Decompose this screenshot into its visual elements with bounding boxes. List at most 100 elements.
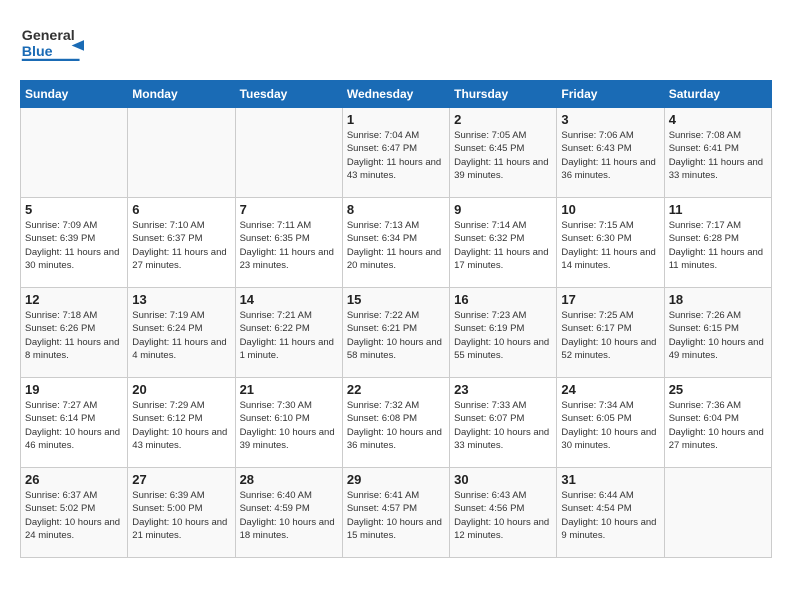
day-info: Sunrise: 7:22 AM Sunset: 6:21 PM Dayligh… <box>347 309 445 362</box>
day-number: 24 <box>561 382 659 397</box>
day-number: 8 <box>347 202 445 217</box>
calendar-cell: 8 Sunrise: 7:13 AM Sunset: 6:34 PM Daylig… <box>342 198 449 288</box>
day-number: 22 <box>347 382 445 397</box>
calendar-cell: 24 Sunrise: 7:34 AM Sunset: 6:05 PM Dayli… <box>557 378 664 468</box>
day-number: 6 <box>132 202 230 217</box>
day-info: Sunrise: 6:39 AM Sunset: 5:00 PM Dayligh… <box>132 489 230 542</box>
day-number: 7 <box>240 202 338 217</box>
day-number: 26 <box>25 472 123 487</box>
day-number: 20 <box>132 382 230 397</box>
calendar-cell <box>21 108 128 198</box>
day-number: 21 <box>240 382 338 397</box>
day-number: 2 <box>454 112 552 127</box>
day-info: Sunrise: 7:23 AM Sunset: 6:19 PM Dayligh… <box>454 309 552 362</box>
calendar-cell: 20 Sunrise: 7:29 AM Sunset: 6:12 PM Dayli… <box>128 378 235 468</box>
day-info: Sunrise: 7:27 AM Sunset: 6:14 PM Dayligh… <box>25 399 123 452</box>
day-info: Sunrise: 6:44 AM Sunset: 4:54 PM Dayligh… <box>561 489 659 542</box>
weekday-header-friday: Friday <box>557 81 664 108</box>
day-number: 14 <box>240 292 338 307</box>
calendar-week-1: 1 Sunrise: 7:04 AM Sunset: 6:47 PM Daylig… <box>21 108 772 198</box>
calendar-cell: 21 Sunrise: 7:30 AM Sunset: 6:10 PM Dayli… <box>235 378 342 468</box>
day-number: 16 <box>454 292 552 307</box>
day-info: Sunrise: 7:19 AM Sunset: 6:24 PM Dayligh… <box>132 309 230 362</box>
calendar-table: SundayMondayTuesdayWednesdayThursdayFrid… <box>20 80 772 558</box>
day-number: 5 <box>25 202 123 217</box>
day-info: Sunrise: 7:06 AM Sunset: 6:43 PM Dayligh… <box>561 129 659 182</box>
weekday-header-thursday: Thursday <box>450 81 557 108</box>
weekday-header-tuesday: Tuesday <box>235 81 342 108</box>
day-info: Sunrise: 7:30 AM Sunset: 6:10 PM Dayligh… <box>240 399 338 452</box>
calendar-cell: 14 Sunrise: 7:21 AM Sunset: 6:22 PM Dayli… <box>235 288 342 378</box>
day-info: Sunrise: 7:29 AM Sunset: 6:12 PM Dayligh… <box>132 399 230 452</box>
calendar-cell: 16 Sunrise: 7:23 AM Sunset: 6:19 PM Dayli… <box>450 288 557 378</box>
logo-svg: General Blue <box>20 20 100 70</box>
page-header: General Blue <box>20 20 772 70</box>
calendar-cell: 3 Sunrise: 7:06 AM Sunset: 6:43 PM Daylig… <box>557 108 664 198</box>
calendar-cell: 11 Sunrise: 7:17 AM Sunset: 6:28 PM Dayli… <box>664 198 771 288</box>
day-info: Sunrise: 7:14 AM Sunset: 6:32 PM Dayligh… <box>454 219 552 272</box>
calendar-cell: 12 Sunrise: 7:18 AM Sunset: 6:26 PM Dayli… <box>21 288 128 378</box>
day-number: 23 <box>454 382 552 397</box>
calendar-cell: 2 Sunrise: 7:05 AM Sunset: 6:45 PM Daylig… <box>450 108 557 198</box>
calendar-week-3: 12 Sunrise: 7:18 AM Sunset: 6:26 PM Dayli… <box>21 288 772 378</box>
day-info: Sunrise: 7:26 AM Sunset: 6:15 PM Dayligh… <box>669 309 767 362</box>
calendar-cell: 31 Sunrise: 6:44 AM Sunset: 4:54 PM Dayli… <box>557 468 664 558</box>
day-info: Sunrise: 7:11 AM Sunset: 6:35 PM Dayligh… <box>240 219 338 272</box>
calendar-cell <box>664 468 771 558</box>
calendar-cell: 25 Sunrise: 7:36 AM Sunset: 6:04 PM Dayli… <box>664 378 771 468</box>
svg-text:Blue: Blue <box>22 44 53 60</box>
calendar-cell: 5Sunrise: 7:09 AM Sunset: 6:39 PM Daylig… <box>21 198 128 288</box>
calendar-cell: 18 Sunrise: 7:26 AM Sunset: 6:15 PM Dayli… <box>664 288 771 378</box>
calendar-cell: 15 Sunrise: 7:22 AM Sunset: 6:21 PM Dayli… <box>342 288 449 378</box>
day-info: Sunrise: 7:17 AM Sunset: 6:28 PM Dayligh… <box>669 219 767 272</box>
calendar-cell: 1 Sunrise: 7:04 AM Sunset: 6:47 PM Daylig… <box>342 108 449 198</box>
weekday-header-sunday: Sunday <box>21 81 128 108</box>
day-number: 31 <box>561 472 659 487</box>
day-number: 30 <box>454 472 552 487</box>
day-number: 1 <box>347 112 445 127</box>
calendar-week-5: 26Sunrise: 6:37 AM Sunset: 5:02 PM Dayli… <box>21 468 772 558</box>
calendar-cell: 7 Sunrise: 7:11 AM Sunset: 6:35 PM Daylig… <box>235 198 342 288</box>
day-number: 17 <box>561 292 659 307</box>
svg-text:General: General <box>22 28 75 44</box>
calendar-cell: 26Sunrise: 6:37 AM Sunset: 5:02 PM Dayli… <box>21 468 128 558</box>
day-number: 25 <box>669 382 767 397</box>
day-number: 12 <box>25 292 123 307</box>
day-number: 10 <box>561 202 659 217</box>
calendar-cell: 4 Sunrise: 7:08 AM Sunset: 6:41 PM Daylig… <box>664 108 771 198</box>
calendar-cell <box>235 108 342 198</box>
day-number: 19 <box>25 382 123 397</box>
calendar-cell: 28 Sunrise: 6:40 AM Sunset: 4:59 PM Dayli… <box>235 468 342 558</box>
day-info: Sunrise: 7:15 AM Sunset: 6:30 PM Dayligh… <box>561 219 659 272</box>
calendar-cell: 27Sunrise: 6:39 AM Sunset: 5:00 PM Dayli… <box>128 468 235 558</box>
day-info: Sunrise: 7:32 AM Sunset: 6:08 PM Dayligh… <box>347 399 445 452</box>
calendar-cell: 9 Sunrise: 7:14 AM Sunset: 6:32 PM Daylig… <box>450 198 557 288</box>
day-info: Sunrise: 6:40 AM Sunset: 4:59 PM Dayligh… <box>240 489 338 542</box>
day-info: Sunrise: 7:25 AM Sunset: 6:17 PM Dayligh… <box>561 309 659 362</box>
day-info: Sunrise: 7:34 AM Sunset: 6:05 PM Dayligh… <box>561 399 659 452</box>
day-number: 9 <box>454 202 552 217</box>
day-info: Sunrise: 7:18 AM Sunset: 6:26 PM Dayligh… <box>25 309 123 362</box>
logo: General Blue <box>20 20 100 70</box>
day-number: 28 <box>240 472 338 487</box>
day-info: Sunrise: 7:10 AM Sunset: 6:37 PM Dayligh… <box>132 219 230 272</box>
day-info: Sunrise: 7:36 AM Sunset: 6:04 PM Dayligh… <box>669 399 767 452</box>
day-info: Sunrise: 7:08 AM Sunset: 6:41 PM Dayligh… <box>669 129 767 182</box>
day-info: Sunrise: 7:21 AM Sunset: 6:22 PM Dayligh… <box>240 309 338 362</box>
calendar-cell: 6 Sunrise: 7:10 AM Sunset: 6:37 PM Daylig… <box>128 198 235 288</box>
day-info: Sunrise: 7:05 AM Sunset: 6:45 PM Dayligh… <box>454 129 552 182</box>
day-info: Sunrise: 7:13 AM Sunset: 6:34 PM Dayligh… <box>347 219 445 272</box>
weekday-header-saturday: Saturday <box>664 81 771 108</box>
day-number: 3 <box>561 112 659 127</box>
day-number: 4 <box>669 112 767 127</box>
day-info: Sunrise: 6:43 AM Sunset: 4:56 PM Dayligh… <box>454 489 552 542</box>
day-number: 11 <box>669 202 767 217</box>
day-number: 18 <box>669 292 767 307</box>
day-info: Sunrise: 7:04 AM Sunset: 6:47 PM Dayligh… <box>347 129 445 182</box>
day-number: 29 <box>347 472 445 487</box>
calendar-week-2: 5Sunrise: 7:09 AM Sunset: 6:39 PM Daylig… <box>21 198 772 288</box>
calendar-cell: 29Sunrise: 6:41 AM Sunset: 4:57 PM Dayli… <box>342 468 449 558</box>
calendar-cell: 30 Sunrise: 6:43 AM Sunset: 4:56 PM Dayli… <box>450 468 557 558</box>
calendar-cell: 23Sunrise: 7:33 AM Sunset: 6:07 PM Dayli… <box>450 378 557 468</box>
day-number: 15 <box>347 292 445 307</box>
